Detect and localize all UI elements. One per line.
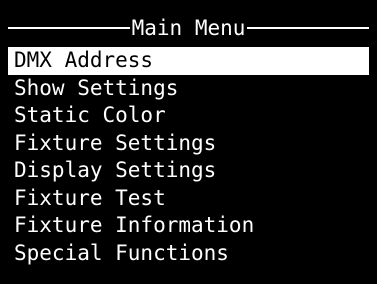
lcd-screen: Main Menu DMX Address Show Settings Stat… <box>0 0 377 284</box>
menu-item-fixture-test[interactable]: Fixture Test <box>8 184 369 212</box>
menu-item-display-settings[interactable]: Display Settings <box>8 157 369 185</box>
menu-title-bar: Main Menu <box>8 14 370 42</box>
menu-title: Main Menu <box>131 16 246 40</box>
title-right-rule <box>247 27 370 29</box>
menu-item-special-functions[interactable]: Special Functions <box>8 239 369 267</box>
title-left-rule <box>8 27 130 29</box>
menu-item-show-settings[interactable]: Show Settings <box>8 74 369 102</box>
menu-item-fixture-settings[interactable]: Fixture Settings <box>8 129 369 157</box>
menu-item-static-color[interactable]: Static Color <box>8 102 369 130</box>
menu-item-dmx-address[interactable]: DMX Address <box>8 47 369 75</box>
menu-item-fixture-information[interactable]: Fixture Information <box>8 212 369 240</box>
main-menu-list: DMX Address Show Settings Static Color F… <box>8 47 369 267</box>
